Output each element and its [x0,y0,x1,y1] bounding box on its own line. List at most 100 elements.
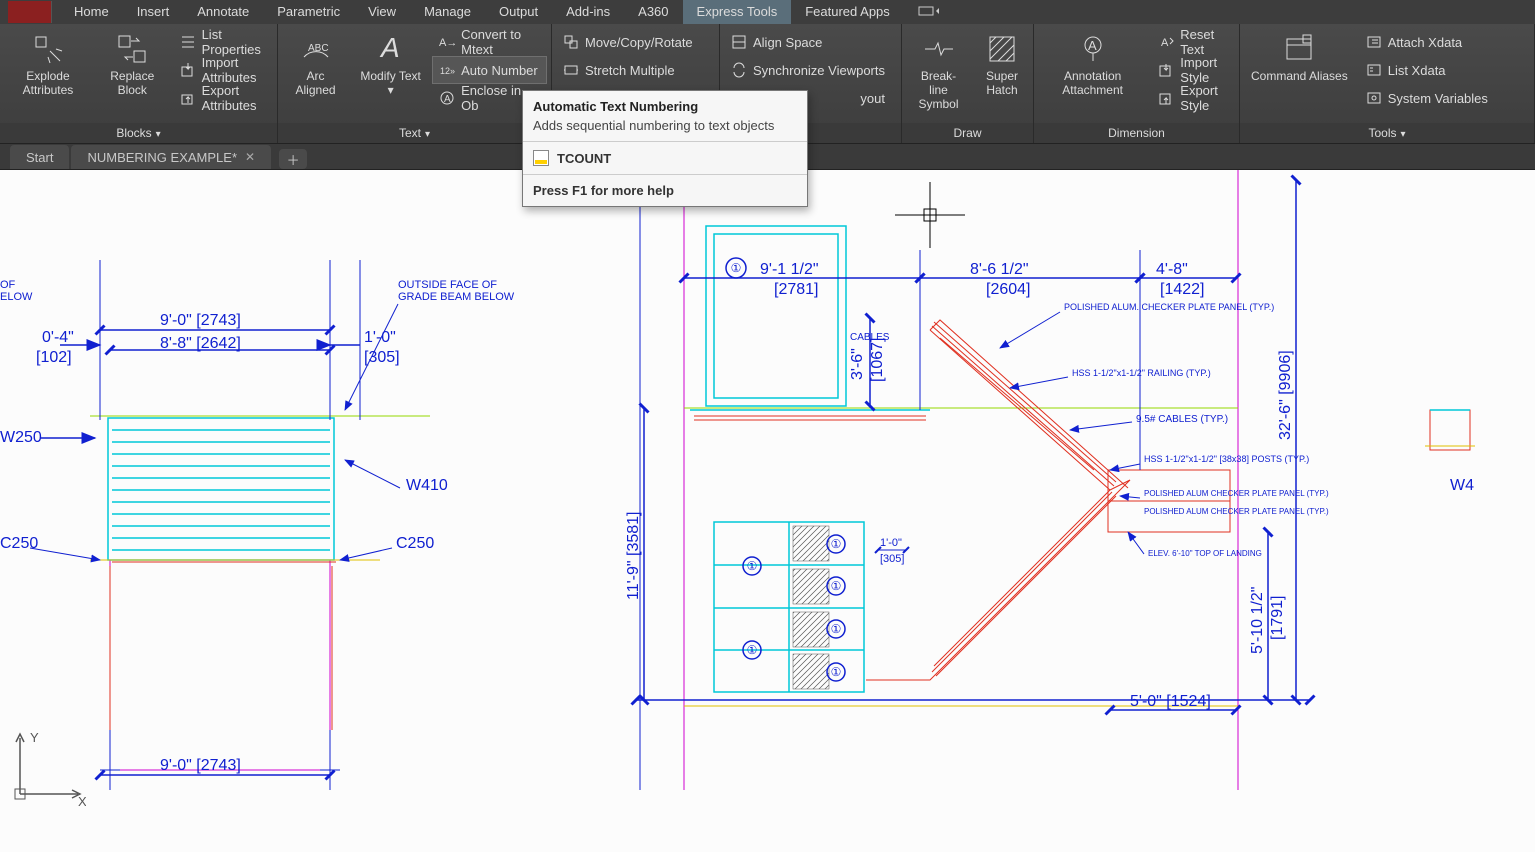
mtext-icon: A→ [439,34,455,50]
svg-text:GRADE BEAM BELOW: GRADE BEAM BELOW [398,291,515,303]
svg-text:ABC: ABC [308,43,329,54]
auto-number-icon: 12» [439,62,455,78]
menu-insert[interactable]: Insert [123,0,184,24]
modify-text-label: Modify Text ▾ [360,69,421,97]
menu-express-tools[interactable]: Express Tools [683,0,792,24]
annotation-attachment-button[interactable]: A Annotation Attachment [1038,28,1147,122]
svg-text:[305]: [305] [364,349,400,366]
auto-number-button[interactable]: 12» Auto Number [432,56,547,84]
list-properties-button[interactable]: List Properties [173,28,273,56]
system-variables-label: System Variables [1388,91,1488,106]
arc-aligned-button[interactable]: ABC Arc Aligned [282,28,349,122]
svg-text:CABLES: CABLES [850,332,890,343]
panel-title-text[interactable]: Text▾ [278,123,551,143]
sync-viewports-button[interactable]: Synchronize Viewports [724,56,892,84]
svg-text:1'-0": 1'-0" [364,329,396,346]
list-icon [180,34,196,50]
svg-text:4'-8": 4'-8" [1156,261,1188,278]
tab-start[interactable]: Start [10,145,69,169]
svg-text:W4: W4 [1450,477,1474,494]
command-aliases-button[interactable]: Command Aliases [1244,28,1355,122]
align-space-button[interactable]: Align Space [724,28,892,56]
crosshair-cursor [895,182,965,248]
tooltip-command: TCOUNT [523,142,807,174]
svg-text:[305]: [305] [880,553,904,565]
panel-title-dimension: Dimension [1034,123,1239,143]
panel-text: ABC Arc Aligned A Modify Text ▾ A→ Conve… [278,24,552,143]
menu-a360[interactable]: A360 [624,0,682,24]
menu-home[interactable]: Home [60,0,123,24]
left-drawing: 9'-0" [2743] 8'-8" [2642] 0'-4" [102] 1'… [0,260,515,790]
new-tab-button[interactable]: ＋ [279,149,307,169]
import-attributes-label: Import Attributes [202,55,266,85]
convert-mtext-button[interactable]: A→ Convert to Mtext [432,28,547,56]
svg-text:POLISHED ALUM. CHECKER PLATE P: POLISHED ALUM. CHECKER PLATE PANEL (TYP.… [1064,302,1274,312]
command-icon [533,150,549,166]
svg-text:9'-0" [2743]: 9'-0" [2743] [160,312,241,329]
menu-addins[interactable]: Add-ins [552,0,624,24]
annotation-icon: A [1077,33,1109,65]
replace-block-label: Replace Block [103,69,162,97]
breakline-button[interactable]: Break-line Symbol [906,28,971,122]
list-xdata-icon [1366,62,1382,78]
chevron-down-icon: ▾ [425,129,430,140]
menu-annotate[interactable]: Annotate [183,0,263,24]
main-menu-bar: Home Insert Annotate Parametric View Man… [0,0,1535,24]
svg-text:A→: A→ [439,37,455,49]
stretch-label: Stretch Multiple [585,63,675,78]
svg-text:A: A [1088,38,1097,53]
svg-text:OUTSIDE FACE OF: OUTSIDE FACE OF [398,279,497,291]
system-variables-button[interactable]: System Variables [1359,84,1495,112]
move-copy-rotate-button[interactable]: Move/Copy/Rotate [556,28,700,56]
svg-text:A: A [444,94,451,105]
import-attributes-button[interactable]: Import Attributes [173,56,273,84]
tab-drawing[interactable]: NUMBERING EXAMPLE*✕ [71,145,271,169]
drawing-canvas[interactable]: 9'-0" [2743] 8'-8" [2642] 0'-4" [102] 1'… [0,170,1535,852]
close-icon[interactable]: ✕ [245,150,255,164]
replace-block-button[interactable]: Replace Block [96,28,169,122]
menu-view[interactable]: View [354,0,410,24]
tooltip-help: Press F1 for more help [523,175,807,206]
app-logo[interactable] [8,1,52,23]
menu-manage[interactable]: Manage [410,0,485,24]
attach-xdata-button[interactable]: Attach Xdata [1359,28,1495,56]
svg-text:C250: C250 [396,535,434,552]
reset-text-button[interactable]: A Reset Text [1151,28,1235,56]
list-xdata-label: List Xdata [1388,63,1446,78]
chevron-down-icon: ▾ [388,83,394,97]
midpoint-toggle-icon[interactable] [904,4,954,21]
menu-output[interactable]: Output [485,0,552,24]
stretch-icon [563,62,579,78]
svg-text:5'-0" [1524]: 5'-0" [1524] [1130,693,1211,710]
tooltip-description: Adds sequential numbering to text object… [523,118,807,141]
svg-text:[1791]: [1791] [1269,596,1286,640]
tooltip-title: Automatic Text Numbering [523,91,807,118]
export-style-button[interactable]: Export Style [1151,84,1235,112]
panel-title-draw: Draw [902,123,1033,143]
list-xdata-button[interactable]: List Xdata [1359,56,1495,84]
export-attributes-button[interactable]: Export Attributes [173,84,273,112]
menu-featured-apps[interactable]: Featured Apps [791,0,904,24]
svg-text:A: A [1161,37,1169,49]
modify-text-button[interactable]: A Modify Text ▾ [353,28,428,122]
svg-text:11'-9" [3581]: 11'-9" [3581] [625,512,642,601]
ucs-icon: Y X [6,728,86,808]
import-style-button[interactable]: Import Style [1151,56,1235,84]
attach-xdata-icon [1366,34,1382,50]
convert-mtext-label: Convert to Mtext [461,27,540,57]
svg-text:A: A [379,33,400,63]
svg-text:①: ① [831,665,842,679]
menu-parametric[interactable]: Parametric [263,0,354,24]
panel-title-blocks[interactable]: Blocks▾ [0,123,277,143]
panel-title-tools[interactable]: Tools▾ [1240,123,1534,143]
svg-text:ELOW: ELOW [0,291,33,303]
explode-attributes-button[interactable]: Explode Attributes [4,28,92,122]
stretch-multiple-button[interactable]: Stretch Multiple [556,56,700,84]
svg-text:[102]: [102] [36,349,72,366]
super-hatch-button[interactable]: Super Hatch [975,28,1029,122]
panel-tools: Command Aliases Attach Xdata List Xdata … [1240,24,1535,143]
svg-text:ELEV. 6'-10" TOP OF LANDING: ELEV. 6'-10" TOP OF LANDING [1148,549,1262,558]
annotation-label: Annotation Attachment [1045,69,1140,97]
panel-draw: Break-line Symbol Super Hatch Draw [902,24,1034,143]
svg-text:8'-8" [2642]: 8'-8" [2642] [160,335,241,352]
